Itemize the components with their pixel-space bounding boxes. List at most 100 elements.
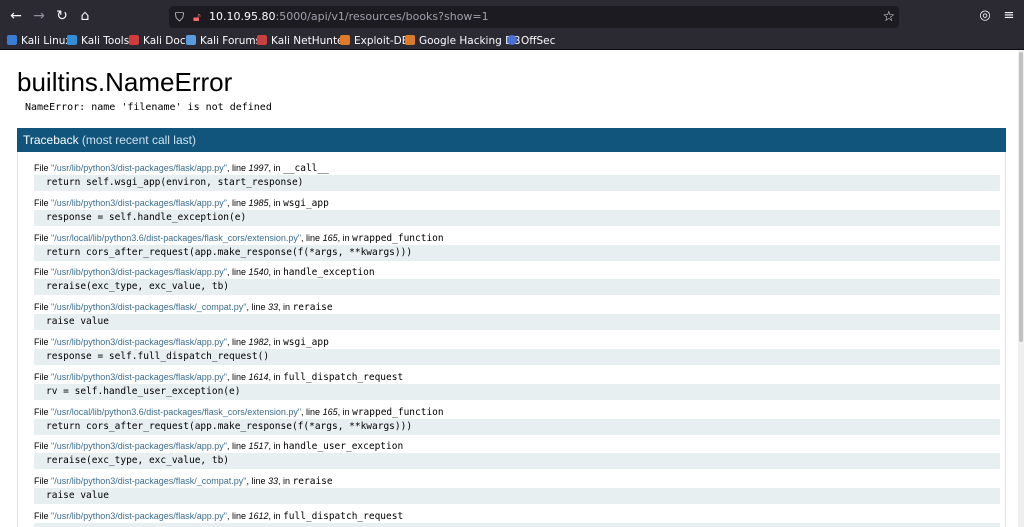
bookmark-kali-linux[interactable]: Kali Linux [7,33,72,49]
bookmark-label: Kali Docs [143,35,192,47]
url-host: 10.10.95.80 [209,10,276,23]
frame-line: 1517 [248,441,269,451]
frame-file[interactable]: "/usr/lib/python3/dist-packages/flask/_c… [51,302,247,312]
bookmark-label: OffSec [521,35,556,47]
frame-location: File "/usr/lib/python3/dist-packages/fla… [34,198,329,209]
frame-code[interactable]: reraise(exc_type, exc_value, tb) [34,279,1000,295]
frame-location: File "/usr/lib/python3/dist-packages/fla… [34,511,404,522]
bookmark-label: Kali Tools [81,35,130,47]
bookmark-kali-docs[interactable]: Kali Docs [129,33,191,49]
kali-tools-icon [67,35,77,45]
frame-line: 1997 [248,163,269,173]
bookmark-label: Kali NetHunter [271,35,348,47]
menu-icon[interactable]: ≡ [999,6,1019,26]
bookmark-google-hacking-db[interactable]: Google Hacking DB [405,33,520,49]
frame-file[interactable]: "/usr/lib/python3/dist-packages/flask/ap… [51,511,227,521]
bookmark-label: Google Hacking DB [419,35,521,47]
frame-file[interactable]: "/usr/local/lib/python3.6/dist-packages/… [51,233,301,243]
exploit-db-icon [340,35,350,45]
frame-location: File "/usr/local/lib/python3.6/dist-pack… [34,407,444,418]
frame-code[interactable]: raise value [34,488,1000,504]
frame-location: File "/usr/lib/python3/dist-packages/fla… [34,372,404,383]
bookmarks-bar: Kali Linux Kali Tools Kali Docs Kali For… [0,32,1024,50]
bookmark-kali-forums[interactable]: Kali Forums [186,33,261,49]
browser-toolbar: ← → ↻ ⌂ ⛉ 🔓︎ 10.10.95.80:5000/api/v1/res… [0,0,1024,32]
reload-icon[interactable]: ↻ [52,6,72,26]
error-title: builtins.NameError [17,67,233,97]
google-hacking-db-icon [405,35,415,45]
frame-location: File "/usr/lib/python3/dist-packages/fla… [34,163,329,174]
traceback-subtitle: (most recent call last) [81,133,196,147]
frame-code[interactable]: return self.wsgi_app(environ, start_resp… [34,175,1000,191]
frame-line: 1614 [248,372,269,382]
kali-nethunter-icon [257,35,267,45]
frame-file[interactable]: "/usr/lib/python3/dist-packages/flask/ap… [51,267,227,277]
frame-line: 1985 [248,198,269,208]
frame-line: 33 [268,302,279,312]
frame-function: full_dispatch_request [283,372,404,383]
frame-line: 1540 [248,267,269,277]
frame-line: 1982 [248,337,269,347]
frame-file[interactable]: "/usr/lib/python3/dist-packages/flask/ap… [51,441,227,451]
frame-file[interactable]: "/usr/lib/python3/dist-packages/flask/ap… [51,372,227,382]
back-arrow-icon[interactable]: ← [6,6,26,26]
traceback-body: File "/usr/lib/python3/dist-packages/fla… [17,152,1006,527]
frame-code[interactable]: response = self.handle_exception(e) [34,210,1000,226]
frame-location: File "/usr/local/lib/python3.6/dist-pack… [34,233,444,244]
bookmark-label: Exploit-DB [354,35,409,47]
frame-code[interactable]: rv = self.handle_user_exception(e) [34,384,1000,400]
frame-code[interactable] [34,523,1000,527]
shield-icon[interactable]: ⛉ [175,8,184,26]
bookmark-label: Kali Linux [21,35,72,47]
url-text[interactable]: 10.10.95.80:5000/api/v1/resources/books?… [209,9,489,25]
frame-location: File "/usr/lib/python3/dist-packages/fla… [34,476,333,487]
frame-location: File "/usr/lib/python3/dist-packages/fla… [34,267,375,278]
frame-function: wrapped_function [352,233,444,244]
frame-function: reraise [292,476,333,487]
frame-code[interactable]: raise value [34,314,1000,330]
frame-location: File "/usr/lib/python3/dist-packages/fla… [34,441,404,452]
kali-docs-icon [129,35,139,45]
frame-file[interactable]: "/usr/lib/python3/dist-packages/flask/ap… [51,337,227,347]
bookmark-kali-tools[interactable]: Kali Tools [67,33,129,49]
offsec-icon [507,35,517,45]
bookmark-offsec[interactable]: OffSec [507,33,555,49]
frame-function: wrapped_function [352,407,444,418]
insecure-lock-icon[interactable]: 🔓︎ [193,8,201,26]
frame-line: 165 [322,233,338,243]
bookmark-kali-nethunter[interactable]: Kali NetHunter [257,33,348,49]
frame-code[interactable]: reraise(exc_type, exc_value, tb) [34,453,1000,469]
frame-line: 165 [322,407,338,417]
page-content: builtins.NameError NameError: name 'file… [0,50,1018,527]
frame-line: 1612 [248,511,269,521]
frame-function: reraise [292,302,333,313]
frame-line: 33 [268,476,279,486]
home-icon[interactable]: ⌂ [75,6,95,26]
frame-code[interactable]: response = self.full_dispatch_request() [34,349,1000,365]
forward-arrow-icon[interactable]: → [29,6,49,26]
frame-code[interactable]: return cors_after_request(app.make_respo… [34,419,1000,435]
url-path: :5000/api/v1/resources/books?show=1 [275,10,489,23]
bookmark-exploit-db[interactable]: Exploit-DB [340,33,409,49]
frame-location: File "/usr/lib/python3/dist-packages/fla… [34,337,329,348]
frame-function: wsgi_app [283,337,329,348]
error-message: NameError: name 'filename' is not define… [25,102,272,113]
scrollbar-thumb[interactable] [1019,52,1023,342]
frame-file[interactable]: "/usr/local/lib/python3.6/dist-packages/… [51,407,301,417]
frame-function: handle_user_exception [283,441,404,452]
kali-linux-icon [7,35,17,45]
frame-file[interactable]: "/usr/lib/python3/dist-packages/flask/ap… [51,198,227,208]
traceback-title: Traceback [23,133,79,147]
kali-forums-icon [186,35,196,45]
frame-file[interactable]: "/usr/lib/python3/dist-packages/flask/_c… [51,476,247,486]
frame-code[interactable]: return cors_after_request(app.make_respo… [34,245,1000,261]
bookmark-star-icon[interactable]: ☆ [882,7,895,27]
frame-function: full_dispatch_request [283,511,404,522]
frame-location: File "/usr/lib/python3/dist-packages/fla… [34,302,333,313]
traceback-header[interactable]: Traceback (most recent call last) [17,128,1006,152]
pocket-icon[interactable]: ◎ [975,6,995,26]
url-bar[interactable]: ⛉ 🔓︎ 10.10.95.80:5000/api/v1/resources/b… [169,6,899,28]
bookmark-label: Kali Forums [200,35,262,47]
frame-function: wsgi_app [283,198,329,209]
frame-file[interactable]: "/usr/lib/python3/dist-packages/flask/ap… [51,163,227,173]
